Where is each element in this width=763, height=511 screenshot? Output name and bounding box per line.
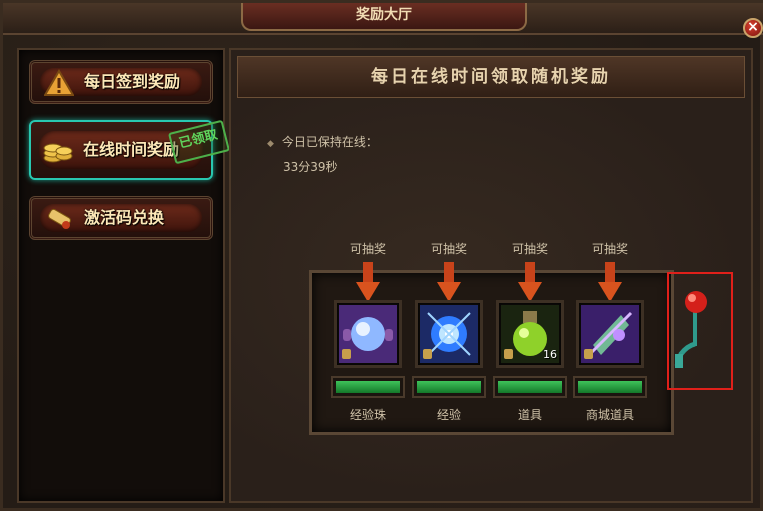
online-duration-label: ◆ 今日已保持在线： xyxy=(267,133,378,150)
progress-fill xyxy=(336,381,400,393)
progress-bar xyxy=(331,376,405,398)
lock-icon xyxy=(342,349,351,359)
lottery-lever-button[interactable] xyxy=(667,272,733,390)
title-bar: 奖励大厅 xyxy=(3,3,763,35)
sidebar: 每日签到奖励 在线时间奖励 已领取 激活码兑换 xyxy=(17,48,231,503)
progress-fill xyxy=(417,381,481,393)
down-arrow-icon xyxy=(518,262,542,302)
diamond-bullet-icon: ◆ xyxy=(267,139,274,149)
slot-status: 可抽奖 xyxy=(591,242,628,256)
sidebar-item-daily-signin[interactable]: 每日签到奖励 xyxy=(29,60,213,104)
online-label-text: 今日已保持在线： xyxy=(281,135,378,149)
down-arrow-icon xyxy=(437,262,461,302)
scroll-icon xyxy=(48,208,71,229)
warning-triangle-icon xyxy=(44,69,74,96)
gold-coins-icon xyxy=(43,143,73,163)
close-button[interactable]: × xyxy=(743,18,763,38)
sidebar-item-label: 每日签到奖励 xyxy=(84,72,181,91)
progress-fill xyxy=(498,381,562,393)
reward-hall-window: 奖励大厅 × 每日签到奖励 在线时间奖励 已领取 激活码兑换 每日在线时间领取随… xyxy=(0,0,763,511)
progress-bar xyxy=(573,376,647,398)
online-duration-value: 33分39秒 xyxy=(283,160,338,174)
lock-icon xyxy=(423,349,432,359)
slot-status: 可抽奖 xyxy=(511,242,548,256)
slot-item-name: 经验珠 xyxy=(349,408,386,422)
window-title: 奖励大厅 xyxy=(241,3,527,31)
sidebar-item-label: 在线时间奖励 xyxy=(83,140,180,159)
reward-slot[interactable] xyxy=(576,300,644,368)
down-arrow-icon xyxy=(356,262,380,302)
progress-bar xyxy=(412,376,486,398)
item-quantity: 16 xyxy=(543,348,557,361)
sidebar-item-online-reward[interactable]: 在线时间奖励 已领取 xyxy=(29,119,231,180)
sidebar-item-label: 激活码兑换 xyxy=(84,208,165,227)
reward-slot[interactable] xyxy=(415,300,483,368)
reward-slot[interactable] xyxy=(334,300,402,368)
progress-bar xyxy=(493,376,567,398)
lock-icon xyxy=(584,349,593,359)
sidebar-item-activation-code[interactable]: 激活码兑换 xyxy=(29,196,213,240)
reward-slot[interactable]: 16 xyxy=(496,300,564,368)
slot-item-name: 商城道具 xyxy=(585,408,634,422)
slot-lever-icon xyxy=(674,291,707,368)
slot-item-name: 经验 xyxy=(436,408,461,422)
page-title: 每日在线时间领取随机奖励 xyxy=(237,56,745,98)
down-arrow-icon xyxy=(598,262,622,302)
lock-icon xyxy=(504,349,513,359)
slot-status: 可抽奖 xyxy=(430,242,467,256)
slot-item-name: 道具 xyxy=(517,408,542,422)
progress-fill xyxy=(578,381,642,393)
slot-status: 可抽奖 xyxy=(349,242,386,256)
